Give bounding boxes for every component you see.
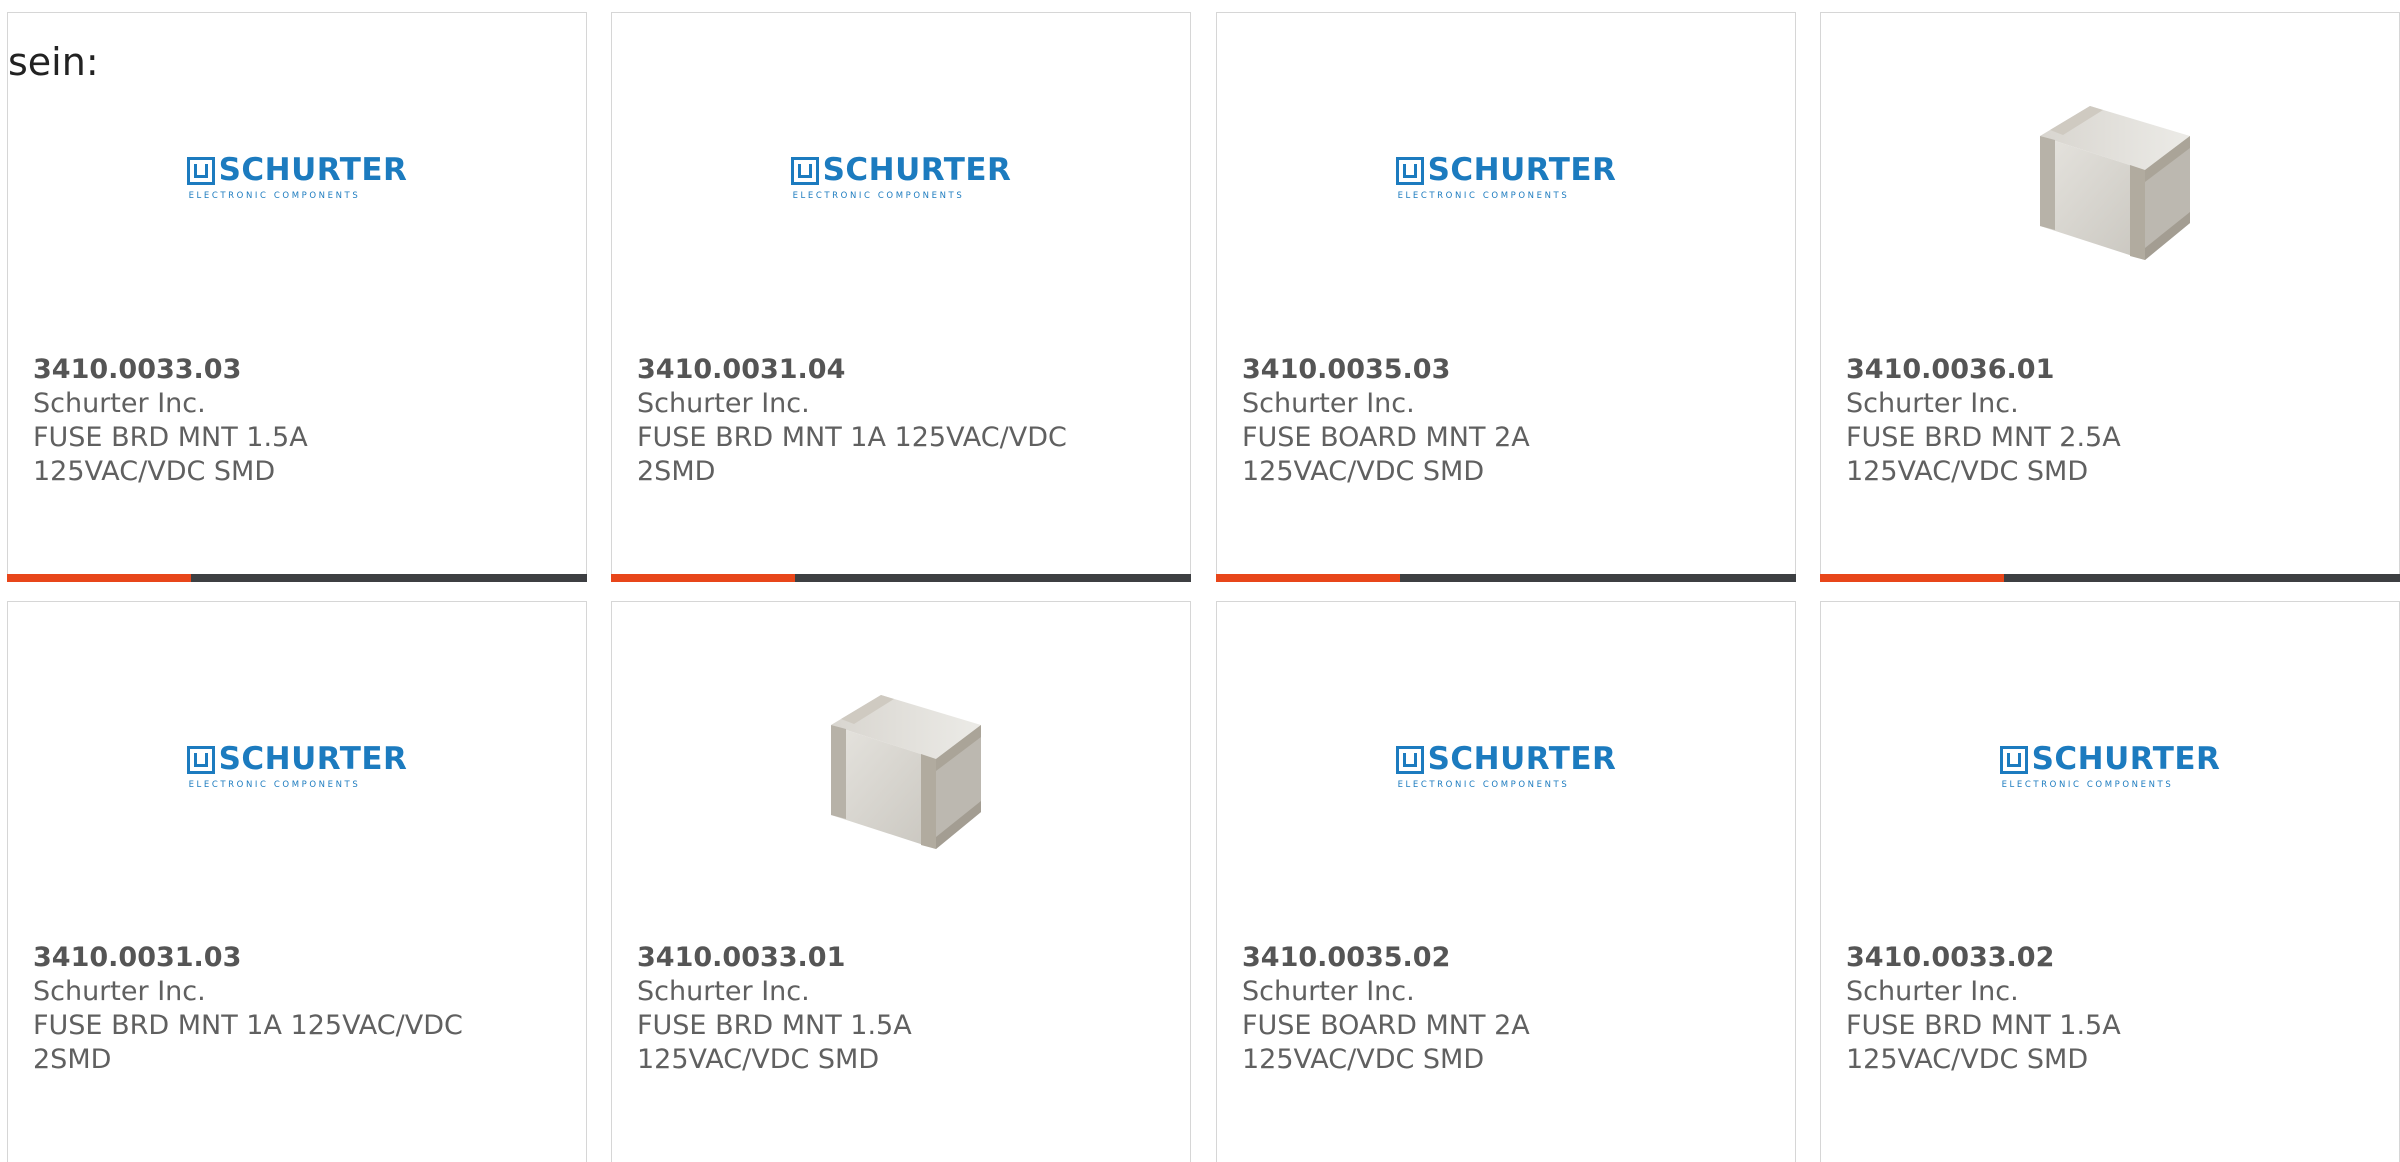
- product-part-number[interactable]: 3410.0035.02: [1242, 941, 1772, 975]
- product-info: 3410.0031.03 Schurter Inc. FUSE BRD MNT …: [33, 941, 563, 1077]
- card-accent-bar: [1216, 574, 1796, 582]
- product-description-line1: FUSE BRD MNT 1.5A: [1846, 1010, 2121, 1041]
- product-info: 3410.0031.04 Schurter Inc. FUSE BRD MNT …: [637, 353, 1167, 489]
- product-card[interactable]: SCHURTER ELECTRONIC COMPONENTS 3410.0033…: [1820, 601, 2400, 1162]
- card-accent-highlight: [1216, 574, 1400, 582]
- product-description-line1: FUSE BRD MNT 1.5A: [33, 422, 308, 453]
- product-image[interactable]: SCHURTER ELECTRONIC COMPONENTS: [8, 602, 586, 932]
- schurter-s-icon: [1999, 745, 2028, 774]
- product-manufacturer: Schurter Inc.: [637, 976, 810, 1007]
- logo-wordmark: SCHURTER: [2031, 741, 2221, 777]
- product-card[interactable]: 3410.0033.01 Schurter Inc. FUSE BRD MNT …: [611, 601, 1191, 1162]
- product-description-line1: FUSE BRD MNT 1A 125VAC/VDC: [637, 422, 1067, 453]
- intro-text: sein:: [8, 40, 99, 84]
- product-description-line2: 125VAC/VDC SMD: [1242, 1044, 1485, 1075]
- product-description-line2: 125VAC/VDC SMD: [1846, 1044, 2089, 1075]
- card-accent-highlight: [7, 574, 191, 582]
- product-description-line1: FUSE BOARD MNT 2A: [1242, 1010, 1530, 1041]
- product-manufacturer: Schurter Inc.: [1846, 388, 2019, 419]
- product-info: 3410.0033.02 Schurter Inc. FUSE BRD MNT …: [1846, 941, 2376, 1077]
- product-manufacturer: Schurter Inc.: [1242, 388, 1415, 419]
- logo-tagline: ELECTRONIC COMPONENTS: [1397, 191, 1570, 201]
- product-grid-page: sein: SCHURTER ELECTRONIC COMPONENTS 341…: [0, 0, 2400, 1162]
- card-accent-highlight: [1820, 574, 2004, 582]
- product-manufacturer: Schurter Inc.: [33, 388, 206, 419]
- logo-wordmark: SCHURTER: [218, 741, 408, 777]
- product-part-number[interactable]: 3410.0031.04: [637, 353, 1167, 387]
- product-manufacturer: Schurter Inc.: [637, 388, 810, 419]
- product-description-line1: FUSE BRD MNT 2.5A: [1846, 422, 2121, 453]
- product-image[interactable]: [612, 602, 1190, 932]
- schurter-s-icon: [790, 156, 819, 185]
- product-description-line1: FUSE BRD MNT 1.5A: [637, 1010, 912, 1041]
- product-description-line2: 2SMD: [33, 1044, 112, 1075]
- product-description-line2: 125VAC/VDC SMD: [1242, 456, 1485, 487]
- product-image[interactable]: SCHURTER ELECTRONIC COMPONENTS: [1217, 13, 1795, 343]
- product-card[interactable]: SCHURTER ELECTRONIC COMPONENTS 3410.0035…: [1216, 601, 1796, 1162]
- product-info: 3410.0035.02 Schurter Inc. FUSE BOARD MN…: [1242, 941, 1772, 1077]
- card-accent-bar: [7, 574, 587, 582]
- schurter-logo: SCHURTER ELECTRONIC COMPONENTS: [186, 152, 408, 201]
- product-card[interactable]: SCHURTER ELECTRONIC COMPONENTS 3410.0033…: [7, 12, 587, 582]
- product-part-number[interactable]: 3410.0035.03: [1242, 353, 1772, 387]
- schurter-logo: SCHURTER ELECTRONIC COMPONENTS: [1395, 152, 1617, 201]
- product-info: 3410.0035.03 Schurter Inc. FUSE BOARD MN…: [1242, 353, 1772, 489]
- product-card[interactable]: 3410.0036.01 Schurter Inc. FUSE BRD MNT …: [1820, 12, 2400, 582]
- schurter-s-icon: [186, 745, 215, 774]
- schurter-s-icon: [1395, 745, 1424, 774]
- schurter-logo: SCHURTER ELECTRONIC COMPONENTS: [790, 152, 1012, 201]
- schurter-logo: SCHURTER ELECTRONIC COMPONENTS: [1999, 741, 2221, 790]
- logo-tagline: ELECTRONIC COMPONENTS: [792, 191, 965, 201]
- product-info: 3410.0033.03 Schurter Inc. FUSE BRD MNT …: [33, 353, 563, 489]
- product-description-line2: 125VAC/VDC SMD: [637, 1044, 880, 1075]
- schurter-logo: SCHURTER ELECTRONIC COMPONENTS: [186, 741, 408, 790]
- fuse-product-photo: [2005, 78, 2215, 278]
- product-part-number[interactable]: 3410.0033.02: [1846, 941, 2376, 975]
- schurter-s-icon: [1395, 156, 1424, 185]
- product-part-number[interactable]: 3410.0033.01: [637, 941, 1167, 975]
- product-manufacturer: Schurter Inc.: [1846, 976, 2019, 1007]
- logo-wordmark: SCHURTER: [822, 152, 1012, 188]
- schurter-logo: SCHURTER ELECTRONIC COMPONENTS: [1395, 741, 1617, 790]
- card-accent-bar: [611, 574, 1191, 582]
- product-image[interactable]: SCHURTER ELECTRONIC COMPONENTS: [612, 13, 1190, 343]
- logo-wordmark: SCHURTER: [1427, 152, 1617, 188]
- card-accent-bar: [1820, 574, 2400, 582]
- product-card[interactable]: SCHURTER ELECTRONIC COMPONENTS 3410.0031…: [7, 601, 587, 1162]
- product-image[interactable]: SCHURTER ELECTRONIC COMPONENTS: [1217, 602, 1795, 932]
- logo-wordmark: SCHURTER: [1427, 741, 1617, 777]
- product-card[interactable]: SCHURTER ELECTRONIC COMPONENTS 3410.0035…: [1216, 12, 1796, 582]
- card-accent-highlight: [611, 574, 795, 582]
- fuse-product-photo: [796, 667, 1006, 867]
- product-description-line2: 2SMD: [637, 456, 716, 487]
- product-card[interactable]: SCHURTER ELECTRONIC COMPONENTS 3410.0031…: [611, 12, 1191, 582]
- logo-wordmark: SCHURTER: [218, 152, 408, 188]
- logo-tagline: ELECTRONIC COMPONENTS: [2001, 780, 2174, 790]
- logo-tagline: ELECTRONIC COMPONENTS: [188, 780, 361, 790]
- product-description-line2: 125VAC/VDC SMD: [1846, 456, 2089, 487]
- product-part-number[interactable]: 3410.0033.03: [33, 353, 563, 387]
- product-info: 3410.0033.01 Schurter Inc. FUSE BRD MNT …: [637, 941, 1167, 1077]
- product-image[interactable]: [1821, 13, 2399, 343]
- product-manufacturer: Schurter Inc.: [1242, 976, 1415, 1007]
- product-image[interactable]: SCHURTER ELECTRONIC COMPONENTS: [1821, 602, 2399, 932]
- product-description-line1: FUSE BRD MNT 1A 125VAC/VDC: [33, 1010, 463, 1041]
- product-part-number[interactable]: 3410.0036.01: [1846, 353, 2376, 387]
- logo-tagline: ELECTRONIC COMPONENTS: [188, 191, 361, 201]
- product-part-number[interactable]: 3410.0031.03: [33, 941, 563, 975]
- product-description-line1: FUSE BOARD MNT 2A: [1242, 422, 1530, 453]
- logo-tagline: ELECTRONIC COMPONENTS: [1397, 780, 1570, 790]
- product-description-line2: 125VAC/VDC SMD: [33, 456, 276, 487]
- product-info: 3410.0036.01 Schurter Inc. FUSE BRD MNT …: [1846, 353, 2376, 489]
- schurter-s-icon: [186, 156, 215, 185]
- product-manufacturer: Schurter Inc.: [33, 976, 206, 1007]
